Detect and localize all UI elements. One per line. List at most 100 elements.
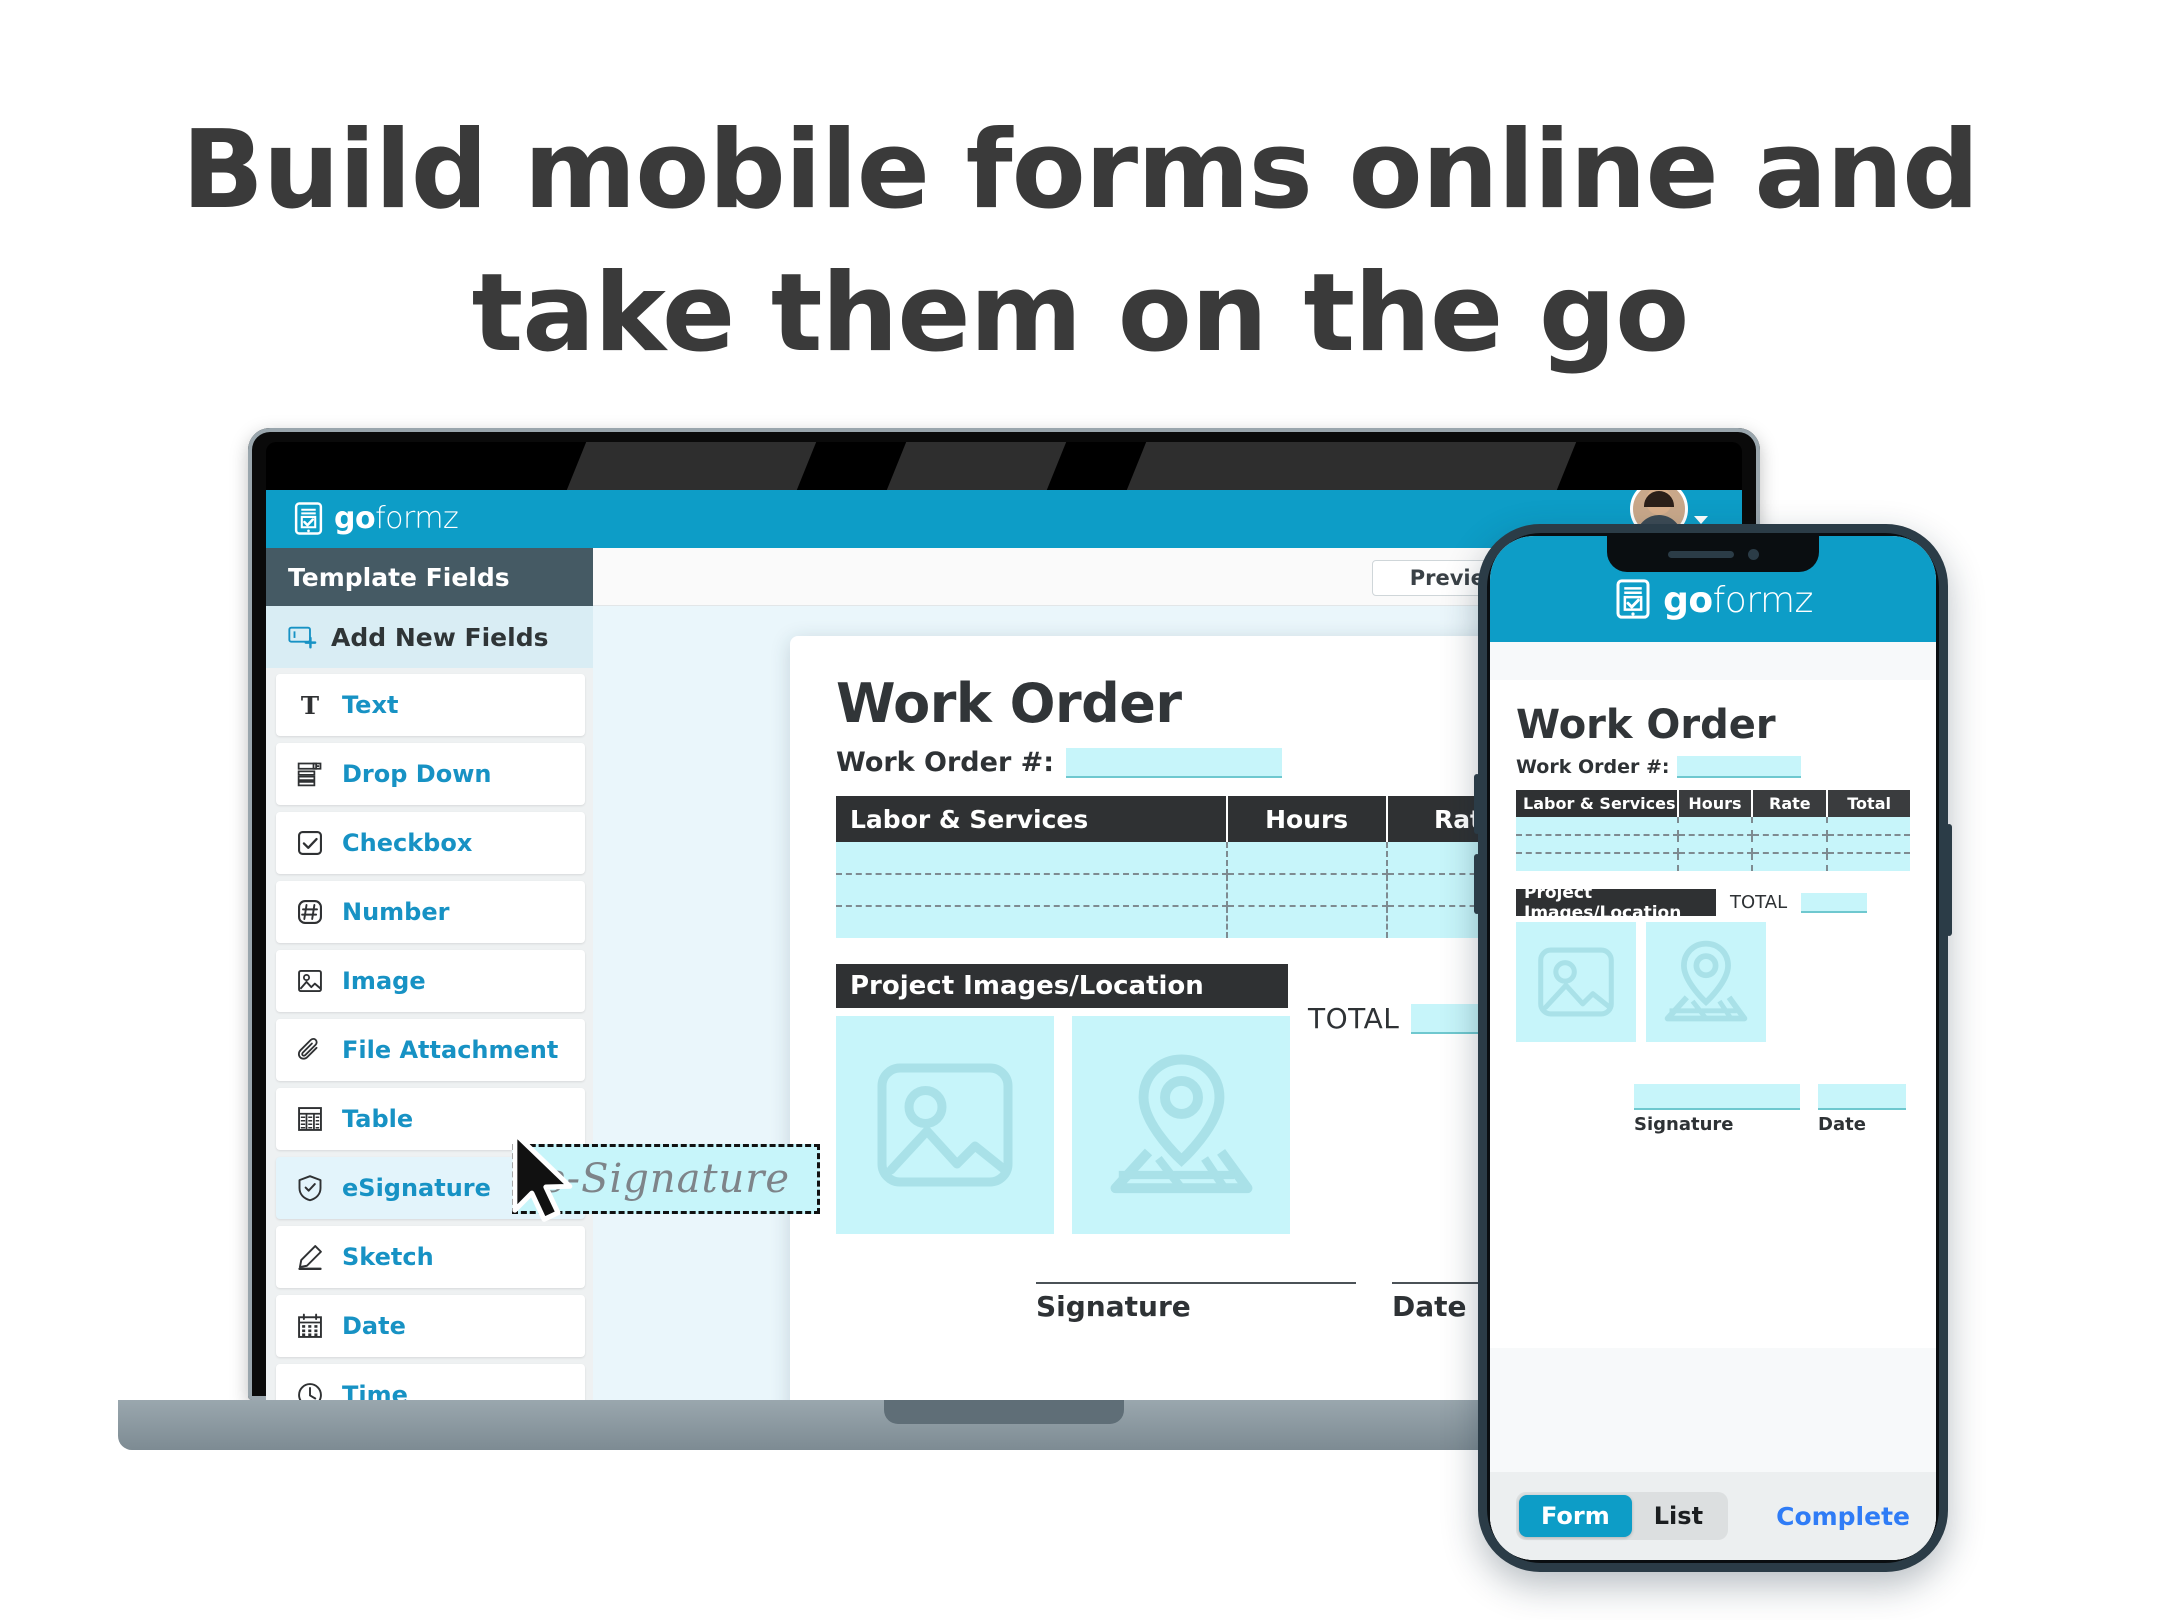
svg-text:T: T [301, 691, 319, 719]
headline-line-1: Build mobile forms online and [181, 108, 1980, 233]
number-icon [294, 896, 326, 928]
total-label: TOTAL [1730, 892, 1788, 913]
cell-rate[interactable] [1752, 835, 1829, 854]
cell-hours[interactable] [1226, 842, 1388, 875]
laptop-base-notch [884, 1400, 1124, 1424]
esignature-ghost-label: e-Signature [541, 1156, 791, 1202]
sidebar-item-image[interactable]: Image [276, 950, 585, 1012]
phone-notch [1607, 536, 1819, 572]
tab-list[interactable]: List [1632, 1495, 1725, 1537]
cell-labor[interactable] [836, 906, 1228, 938]
cell-labor[interactable] [836, 842, 1228, 875]
checkbox-icon [294, 827, 326, 859]
sidebar-item-label: Text [342, 691, 399, 719]
add-new-fields-button[interactable]: Add New Fields [266, 606, 593, 668]
location-placeholder[interactable] [1646, 922, 1766, 1042]
project-images-section-header: Project Images/Location [1516, 883, 1716, 923]
goformz-mark-icon [292, 502, 325, 535]
sidebar-item-label: Table [342, 1105, 414, 1133]
phone-content: Work Order Work Order #: Labor & Service… [1490, 642, 1936, 1560]
tab-form[interactable]: Form [1519, 1495, 1632, 1537]
dropdown-icon [294, 758, 326, 790]
sidebar-item-checkbox[interactable]: Checkbox [276, 812, 585, 874]
date-caption: Date [1818, 1114, 1866, 1135]
cell-total[interactable] [1827, 835, 1910, 854]
goformz-logo[interactable]: goformzgoformz [292, 502, 459, 535]
phone-work-order-form[interactable]: Work Order Work Order #: Labor & Service… [1490, 680, 1936, 1348]
cell-total[interactable] [1827, 853, 1910, 871]
map-pin-icon [1110, 1054, 1252, 1193]
signature-cell[interactable]: Signature [1036, 1282, 1356, 1323]
project-images-section-header: Project Images/Location [836, 964, 1288, 1008]
goformz-logo[interactable]: goformz [1613, 578, 1813, 624]
field-type-list: T Text Drop Down Checkbox Number Image F… [266, 668, 593, 1400]
work-order-number-label: Work Order #: [1516, 756, 1670, 778]
poster-canvas: Build mobile forms online and take them … [0, 0, 2160, 1620]
image-placeholders [836, 1016, 1290, 1234]
column-header-total: Total [1827, 790, 1910, 817]
cell-hours[interactable] [1677, 835, 1754, 854]
sidebar-item-label: Drop Down [342, 760, 492, 788]
photo-placeholder[interactable] [1516, 922, 1636, 1042]
table-row[interactable] [1516, 853, 1910, 871]
signature-field[interactable] [1634, 1084, 1800, 1110]
sidebar-item-sketch[interactable]: Sketch [276, 1226, 585, 1288]
column-header-labor-services: Labor & Services [836, 796, 1228, 842]
view-mode-segmented-control[interactable]: Form List [1516, 1492, 1729, 1540]
signature-cell[interactable]: Signature [1634, 1084, 1800, 1135]
sidebar-item-time[interactable]: Time [276, 1364, 585, 1400]
photo-placeholder[interactable] [836, 1016, 1054, 1234]
cell-labor[interactable] [1516, 835, 1679, 854]
phone-mockup: goformz Work Order Work Order #: Labor &… [1474, 524, 1952, 1572]
page-title: Build mobile forms online and take them … [0, 100, 2160, 385]
work-order-number-field[interactable] [1677, 756, 1802, 778]
phone-volume-up-button[interactable] [1474, 774, 1480, 834]
cell-hours[interactable] [1677, 853, 1754, 871]
shield-check-icon [294, 1172, 326, 1204]
table-header-row: Labor & Services Hours Rate Total [1516, 790, 1910, 817]
location-placeholder[interactable] [1072, 1016, 1290, 1234]
column-header-hours: Hours [1226, 796, 1388, 842]
cell-labor[interactable] [1516, 817, 1679, 836]
column-header-labor-services: Labor & Services [1516, 790, 1679, 817]
labor-services-table[interactable]: Labor & Services Hours Rate Total [1516, 790, 1910, 871]
cell-total[interactable] [1827, 817, 1910, 836]
sidebar-item-number[interactable]: Number [276, 881, 585, 943]
phone-volume-down-button[interactable] [1474, 854, 1480, 914]
phone-power-button[interactable] [1946, 824, 1952, 936]
total-field[interactable] [1801, 892, 1868, 913]
text-icon: T [294, 689, 326, 721]
cell-hours[interactable] [1226, 874, 1388, 907]
front-camera-icon [1747, 548, 1759, 560]
date-cell[interactable]: Date [1818, 1084, 1906, 1135]
phone-screen: goformz Work Order Work Order #: Labor &… [1490, 536, 1936, 1560]
cell-rate[interactable] [1752, 853, 1829, 871]
sidebar-item-label: Date [342, 1312, 406, 1340]
photo-icon [877, 1063, 1013, 1187]
date-field[interactable] [1818, 1084, 1906, 1110]
work-order-number-field[interactable] [1066, 748, 1283, 778]
cell-labor[interactable] [836, 874, 1228, 907]
signature-caption: Signature [1634, 1114, 1734, 1135]
signature-caption: Signature [1036, 1290, 1191, 1323]
cell-hours[interactable] [1226, 906, 1388, 938]
sidebar-item-label: Time [342, 1381, 408, 1400]
pencil-icon [294, 1241, 326, 1273]
earpiece-speaker [1667, 550, 1734, 558]
table-row[interactable] [1516, 835, 1910, 854]
chevron-down-icon[interactable] [1694, 516, 1708, 524]
cell-labor[interactable] [1516, 853, 1679, 871]
cell-rate[interactable] [1752, 817, 1829, 836]
sidebar-item-drop-down[interactable]: Drop Down [276, 743, 585, 805]
work-order-number-row: Work Order #: [1516, 756, 1910, 778]
signature-date-row: Signature Date [1516, 1084, 1910, 1135]
complete-button[interactable]: Complete [1776, 1502, 1910, 1531]
sidebar-item-file-attachment[interactable]: File Attachment [276, 1019, 585, 1081]
cell-hours[interactable] [1677, 817, 1754, 836]
table-icon [294, 1103, 326, 1135]
table-row[interactable] [1516, 817, 1910, 836]
image-placeholders [1516, 922, 1910, 1042]
sidebar-item-text[interactable]: T Text [276, 674, 585, 736]
sidebar-item-label: eSignature [342, 1174, 491, 1202]
sidebar-item-date[interactable]: Date [276, 1295, 585, 1357]
